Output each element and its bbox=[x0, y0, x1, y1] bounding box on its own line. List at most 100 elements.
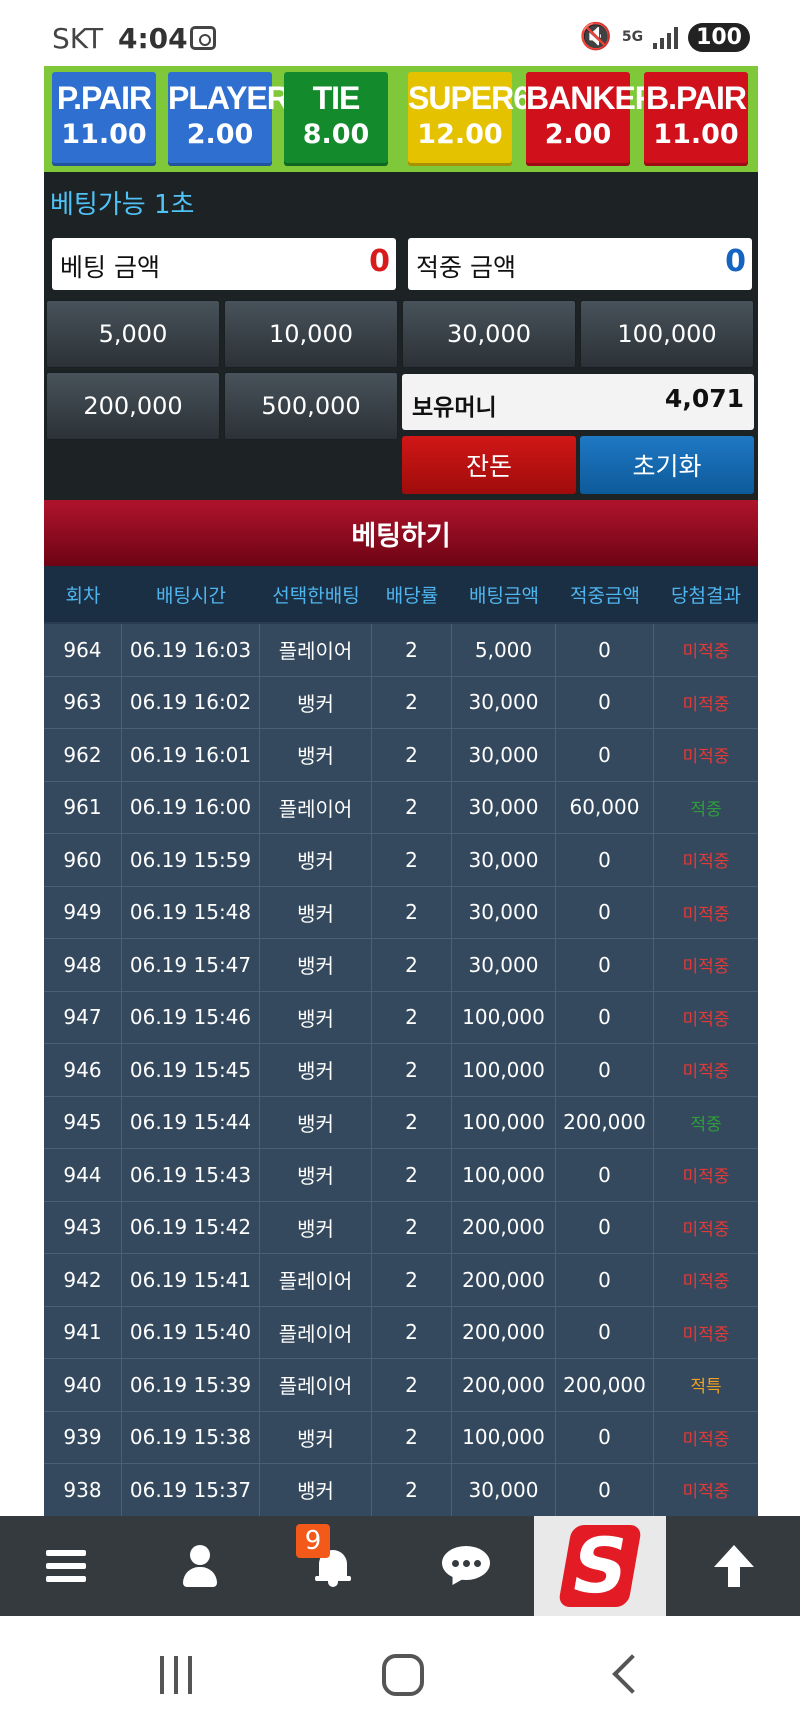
cell-win-amount: 0 bbox=[556, 729, 654, 781]
home-icon[interactable] bbox=[382, 1654, 424, 1696]
cell-round: 948 bbox=[44, 939, 122, 991]
chip-500000[interactable]: 500,000 bbox=[224, 372, 398, 440]
cell-time: 06.19 16:00 bbox=[122, 781, 260, 833]
header-odds: 배당률 bbox=[385, 584, 439, 607]
cell-odds: 2 bbox=[372, 624, 452, 676]
cell-round: 944 bbox=[44, 1149, 122, 1201]
win-amount-value: 0 bbox=[725, 244, 746, 279]
back-icon[interactable] bbox=[612, 1654, 652, 1694]
bet-odds: 12.00 bbox=[417, 119, 503, 150]
clock: 4:04 bbox=[117, 22, 188, 55]
cell-time: 06.19 15:48 bbox=[122, 886, 260, 938]
chat-icon[interactable] bbox=[400, 1516, 532, 1616]
cell-round: 964 bbox=[44, 624, 122, 676]
cell-selection: 뱅커 bbox=[260, 1464, 372, 1516]
cell-bet-amount: 200,000 bbox=[452, 1306, 556, 1358]
cell-odds: 2 bbox=[372, 1096, 452, 1148]
cell-selection: 뱅커 bbox=[260, 1411, 372, 1463]
bet-player-pair[interactable]: P.PAIR 11.00 bbox=[52, 72, 156, 166]
reset-button[interactable]: 초기화 bbox=[580, 436, 754, 494]
cell-odds: 2 bbox=[372, 834, 452, 886]
cell-time: 06.19 15:39 bbox=[122, 1359, 260, 1411]
win-amount-box: 적중 금액 0 bbox=[408, 238, 752, 290]
cell-odds: 2 bbox=[372, 676, 452, 728]
bet-amount-value: 0 bbox=[369, 244, 390, 279]
cell-selection: 플레이어 bbox=[260, 781, 372, 833]
cell-result: 미적중 bbox=[682, 1062, 730, 1083]
cell-round: 939 bbox=[44, 1411, 122, 1463]
cell-odds: 2 bbox=[372, 1359, 452, 1411]
bet-name: B.PAIR bbox=[645, 80, 747, 116]
cell-round: 947 bbox=[44, 991, 122, 1043]
chip-200000[interactable]: 200,000 bbox=[46, 372, 220, 440]
cell-selection: 뱅커 bbox=[260, 1149, 372, 1201]
cell-bet-amount: 30,000 bbox=[452, 676, 556, 728]
cell-win-amount: 200,000 bbox=[556, 1096, 654, 1148]
cell-odds: 2 bbox=[372, 886, 452, 938]
cell-round: 961 bbox=[44, 781, 122, 833]
cell-result: 적특 bbox=[690, 1377, 722, 1398]
bet-banker[interactable]: BANKER 2.00 bbox=[526, 72, 658, 166]
menu-icon[interactable] bbox=[0, 1516, 132, 1616]
cell-time: 06.19 15:46 bbox=[122, 991, 260, 1043]
cell-win-amount: 0 bbox=[556, 886, 654, 938]
cell-result: 미적중 bbox=[682, 747, 730, 768]
bet-odds: 2.00 bbox=[186, 119, 254, 150]
bet-name: P.PAIR bbox=[56, 80, 152, 116]
chip-100000[interactable]: 100,000 bbox=[580, 300, 754, 368]
table-body: 964 06.19 16:03 플레이어 2 5,000 0 미적중 963 06.19 16:… bbox=[44, 624, 758, 1517]
cell-result: 미적중 bbox=[682, 642, 730, 663]
cell-result: 미적중 bbox=[682, 852, 730, 873]
chip-5000[interactable]: 5,000 bbox=[46, 300, 220, 368]
cell-odds: 2 bbox=[372, 991, 452, 1043]
table-row: 963 06.19 16:02 뱅커 2 30,000 0 미적중 bbox=[44, 676, 758, 729]
table-row: 944 06.19 15:43 뱅커 2 100,000 0 미적중 bbox=[44, 1149, 758, 1202]
cell-result: 미적중 bbox=[682, 1272, 730, 1293]
cell-time: 06.19 16:03 bbox=[122, 624, 260, 676]
cell-result: 미적중 bbox=[682, 1482, 730, 1503]
bet-banker-pair[interactable]: B.PAIR 11.00 bbox=[644, 72, 748, 166]
cell-result: 미적중 bbox=[682, 904, 730, 925]
recent-apps-icon[interactable] bbox=[160, 1656, 192, 1694]
bell-icon[interactable] bbox=[267, 1516, 399, 1616]
site-logo[interactable]: S bbox=[534, 1516, 666, 1616]
notification-badge: 9 bbox=[296, 1524, 330, 1558]
network-type: 5G bbox=[621, 29, 644, 45]
cell-odds: 2 bbox=[372, 1044, 452, 1096]
bet-player[interactable]: PLAYER 2.00 bbox=[168, 72, 290, 166]
cell-selection: 뱅커 bbox=[260, 834, 372, 886]
cell-odds: 2 bbox=[372, 1149, 452, 1201]
cell-result: 미적중 bbox=[682, 957, 730, 978]
cell-time: 06.19 16:02 bbox=[122, 676, 260, 728]
submit-bet-button[interactable]: 베팅하기 bbox=[44, 500, 758, 566]
cell-round: 962 bbox=[44, 729, 122, 781]
bet-tie[interactable]: TIE 8.00 bbox=[284, 72, 388, 166]
arrow-up-icon[interactable] bbox=[668, 1516, 800, 1616]
chip-10000[interactable]: 10,000 bbox=[224, 300, 398, 368]
bet-amount-label: 베팅 금액 bbox=[60, 253, 160, 282]
cell-selection: 플레이어 bbox=[260, 1254, 372, 1306]
user-icon[interactable] bbox=[134, 1516, 266, 1616]
bet-odds: 11.00 bbox=[61, 119, 147, 150]
cell-selection: 뱅커 bbox=[260, 886, 372, 938]
change-button[interactable]: 잔돈 bbox=[402, 436, 576, 494]
cell-round: 938 bbox=[44, 1464, 122, 1516]
table-row: 942 06.19 15:41 플레이어 2 200,000 0 미적중 bbox=[44, 1254, 758, 1307]
cell-time: 06.19 15:41 bbox=[122, 1254, 260, 1306]
bet-name: TIE bbox=[312, 80, 361, 116]
screenshot-icon bbox=[190, 26, 216, 50]
status-bar: SKT 4:04 🔇 5G 100 bbox=[0, 0, 800, 68]
bet-super6[interactable]: SUPER6 12.00 bbox=[408, 72, 531, 166]
chip-30000[interactable]: 30,000 bbox=[402, 300, 576, 368]
cell-bet-amount: 30,000 bbox=[452, 886, 556, 938]
cell-round: 942 bbox=[44, 1254, 122, 1306]
cell-selection: 플레이어 bbox=[260, 1359, 372, 1411]
carrier-time: SKT 4:04 bbox=[52, 22, 188, 55]
cell-bet-amount: 200,000 bbox=[452, 1359, 556, 1411]
cell-result: 미적중 bbox=[682, 1167, 730, 1188]
bet-amount-box: 베팅 금액 0 bbox=[52, 238, 396, 290]
cell-win-amount: 0 bbox=[556, 1044, 654, 1096]
cell-result: 적중 bbox=[690, 799, 722, 820]
table-row: 964 06.19 16:03 플레이어 2 5,000 0 미적중 bbox=[44, 624, 758, 677]
table-row: 941 06.19 15:40 플레이어 2 200,000 0 미적중 bbox=[44, 1306, 758, 1359]
